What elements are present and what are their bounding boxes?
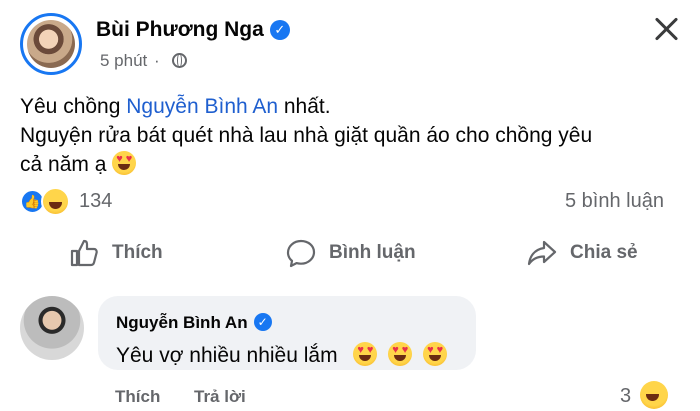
commenter-avatar[interactable] <box>20 296 84 360</box>
heart-eyes-emoji <box>353 342 378 366</box>
globe-icon <box>172 53 188 68</box>
comment-button-label: Bình luận <box>329 242 416 263</box>
comment-icon <box>286 239 316 268</box>
heart-eyes-emoji <box>112 151 137 175</box>
comment-reaction-count[interactable]: 3 <box>620 385 631 408</box>
comment-text: Yêu vợ nhiều nhiều lắm <box>116 342 448 368</box>
close-icon[interactable] <box>650 13 682 45</box>
verified-badge-icon: ✓ <box>253 313 272 331</box>
post-time[interactable]: 5 phút <box>100 51 147 70</box>
reaction-count[interactable]: 134 <box>79 190 112 213</box>
thumbs-up-icon <box>70 239 98 267</box>
comment-count[interactable]: 5 bình luận <box>565 190 664 213</box>
post-text-line1-end: nhất. <box>278 95 331 118</box>
share-button-label: Chia sẻ <box>570 242 638 263</box>
haha-reaction-icon[interactable] <box>640 381 668 409</box>
comment-like-button[interactable]: Thích <box>115 387 160 407</box>
share-button[interactable]: Chia sẻ <box>526 238 638 268</box>
haha-reaction-icon[interactable] <box>41 187 70 216</box>
comment-text-body: Yêu vợ nhiều nhiều lắm <box>116 344 338 367</box>
like-button-label: Thích <box>112 242 163 263</box>
mention-link[interactable]: Nguyễn Bình An <box>126 95 278 118</box>
post-text: Yêu chồng Nguyễn Bình An nhất. Nguyện rử… <box>20 92 680 179</box>
heart-eyes-emoji <box>388 342 413 366</box>
comment-author[interactable]: Nguyễn Bình An ✓ <box>116 313 272 333</box>
comment-button[interactable]: Bình luận <box>285 238 416 268</box>
post-author[interactable]: Bùi Phương Nga ✓ <box>96 18 290 42</box>
post-meta: 5 phút · <box>100 51 188 71</box>
comment-author-name[interactable]: Nguyễn Bình An <box>116 313 248 332</box>
verified-badge-icon: ✓ <box>269 20 290 40</box>
author-avatar-image <box>27 20 75 68</box>
share-icon <box>527 240 557 266</box>
comment-reply-button[interactable]: Trả lời <box>194 387 246 407</box>
author-avatar[interactable] <box>20 13 82 75</box>
heart-eyes-emoji <box>423 342 448 366</box>
post-author-name[interactable]: Bùi Phương Nga <box>96 18 264 41</box>
post-text-line3: cả năm ạ <box>20 153 113 176</box>
post-text-line1: Yêu chồng <box>20 95 127 118</box>
post-text-line2: Nguyện rửa bát quét nhà lau nhà giặt quầ… <box>20 124 593 147</box>
like-button[interactable]: Thích <box>68 238 163 268</box>
